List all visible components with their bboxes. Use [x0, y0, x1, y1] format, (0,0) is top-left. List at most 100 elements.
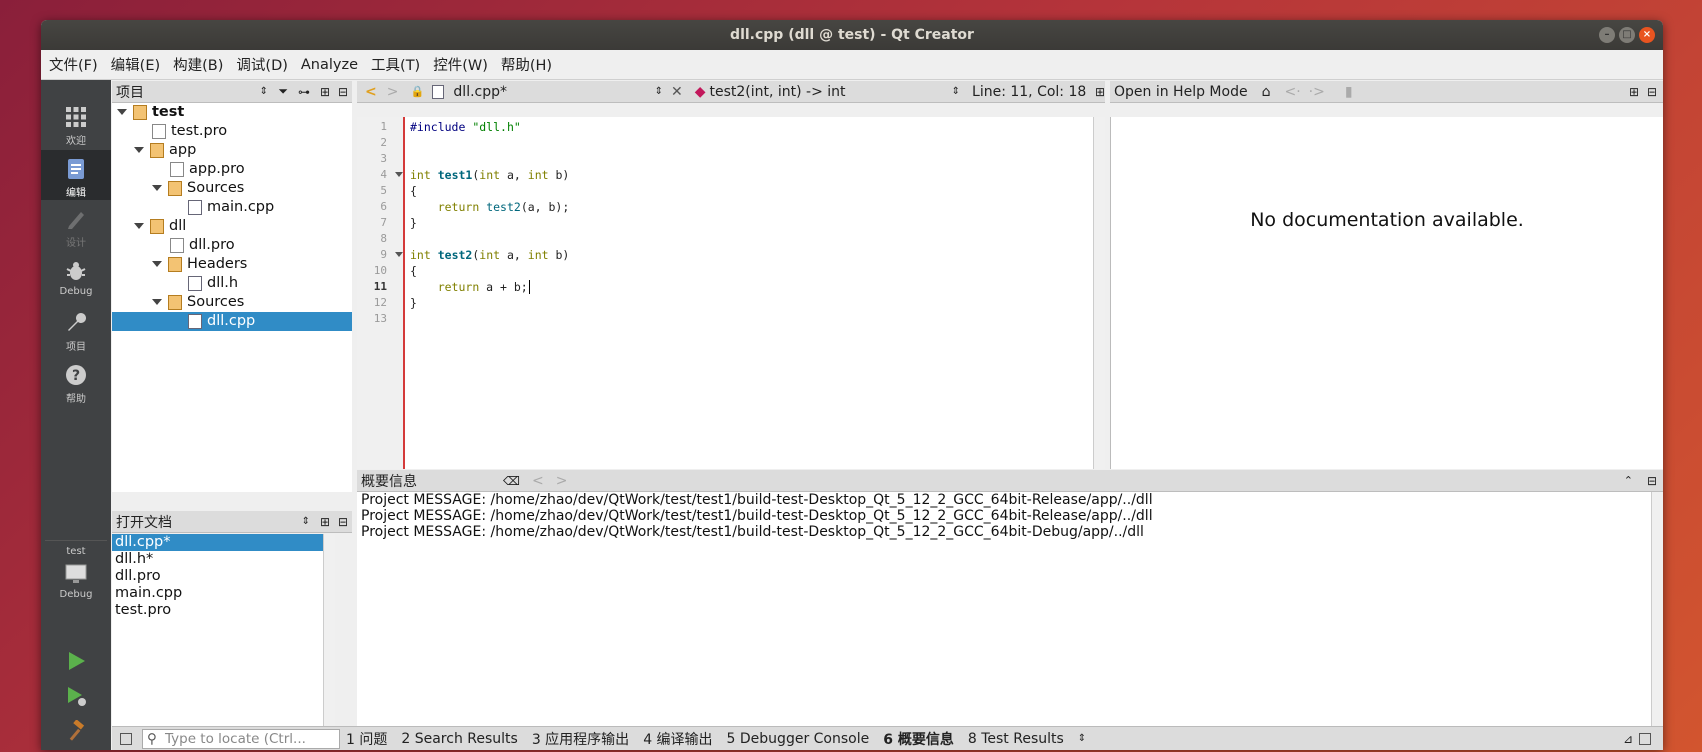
- tab-issues[interactable]: 1 问题: [346, 729, 387, 749]
- open-docs-scrollbar[interactable]: [323, 534, 335, 726]
- split-icon[interactable]: ⊞: [320, 85, 330, 99]
- menu-build[interactable]: 构建(B): [173, 54, 223, 75]
- tree-item-app-pro[interactable]: app.pro: [112, 160, 352, 179]
- output-line: Project MESSAGE: /home/zhao/dev/QtWork/t…: [361, 492, 1153, 508]
- lock-icon[interactable]: 🔒: [410, 85, 424, 98]
- back-icon[interactable]: <·: [1284, 84, 1300, 100]
- split-icon[interactable]: ⊞: [1629, 85, 1639, 99]
- panel-select-arrows-icon[interactable]: ⇕: [260, 86, 268, 97]
- mode-help[interactable]: ? 帮助: [41, 364, 111, 408]
- output-pane-header: 概要信息 ⌫ < > ⌃ ⊟: [357, 470, 1663, 492]
- open-doc-item[interactable]: test.pro: [112, 602, 323, 619]
- tree-item-dll[interactable]: dll: [112, 217, 352, 236]
- open-docs-header: 打开文档 ⇕ ⊞ ⊟: [112, 511, 352, 533]
- tree-item-dll-pro[interactable]: dll.pro: [112, 236, 352, 255]
- bookmark-icon[interactable]: ▮: [1345, 84, 1353, 100]
- code-line: }: [410, 296, 417, 310]
- kit-selector[interactable]: test Debug: [41, 546, 111, 616]
- fold-marker-icon[interactable]: [395, 252, 403, 257]
- tree-item-app-sources[interactable]: Sources: [112, 179, 352, 198]
- maximize-pane-icon[interactable]: ⌃: [1624, 474, 1633, 487]
- minimize-button[interactable]: –: [1599, 27, 1615, 43]
- menu-analyze[interactable]: Analyze: [301, 57, 358, 73]
- split-icon[interactable]: ⊞: [320, 515, 330, 529]
- mode-debug[interactable]: Debug: [41, 260, 111, 304]
- tree-item-main-cpp[interactable]: main.cpp: [112, 198, 352, 217]
- build-button[interactable]: [41, 720, 111, 750]
- project-folder-icon: [150, 142, 164, 158]
- menu-widgets[interactable]: 控件(W): [433, 54, 488, 75]
- document-select-arrows-icon[interactable]: ⇕: [655, 86, 663, 97]
- debug-run-button[interactable]: [41, 685, 111, 715]
- close-pane-icon[interactable]: ⊟: [1647, 474, 1657, 488]
- close-button[interactable]: ×: [1639, 27, 1655, 43]
- tree-item-test[interactable]: test: [112, 103, 352, 122]
- close-panel-icon[interactable]: ⊟: [338, 515, 348, 529]
- fold-marker-icon[interactable]: [395, 172, 403, 177]
- help-mode-label[interactable]: Open in Help Mode: [1114, 84, 1248, 100]
- menu-edit[interactable]: 编辑(E): [111, 54, 160, 75]
- search-icon: ⚲: [147, 730, 157, 747]
- menu-tools[interactable]: 工具(T): [371, 54, 420, 75]
- close-panel-icon[interactable]: ⊟: [338, 85, 348, 99]
- mode-projects[interactable]: 项目: [41, 312, 111, 356]
- tab-search-results[interactable]: 2 Search Results: [401, 731, 517, 747]
- close-panel-icon[interactable]: ⊟: [1647, 85, 1657, 99]
- locator-input[interactable]: ⚲ Type to locate (Ctrl...: [142, 728, 340, 749]
- tab-debugger-console[interactable]: 5 Debugger Console: [727, 731, 870, 747]
- mode-welcome[interactable]: 欢迎: [41, 106, 111, 150]
- mode-design[interactable]: 设计: [41, 208, 111, 252]
- editor-scrollbar[interactable]: [1093, 117, 1105, 469]
- bug-icon: [66, 262, 86, 280]
- tree-item-test-pro[interactable]: test.pro: [112, 122, 352, 141]
- tab-general-messages[interactable]: 6 概要信息: [883, 729, 954, 749]
- toggle-sidebar-icon[interactable]: [120, 732, 132, 745]
- maximize-button[interactable]: □: [1619, 27, 1635, 43]
- next-icon[interactable]: >: [556, 473, 568, 489]
- cursor-position[interactable]: Line: 11, Col: 18: [972, 84, 1095, 100]
- panel-select-arrows-icon[interactable]: ⇕: [302, 516, 310, 527]
- sources-folder-icon: [168, 180, 182, 196]
- cpp-file-icon: [188, 313, 202, 329]
- tree-item-dll-cpp[interactable]: dll.cpp: [112, 312, 352, 331]
- open-doc-item[interactable]: dll.cpp*: [112, 534, 323, 551]
- home-icon[interactable]: ⌂: [1262, 84, 1271, 100]
- open-doc-item[interactable]: dll.h*: [112, 551, 323, 568]
- code-line: {: [410, 264, 417, 278]
- run-button[interactable]: [41, 650, 111, 680]
- status-bar: ⚲ Type to locate (Ctrl... 1 问题 2 Search …: [112, 726, 1663, 750]
- close-document-icon[interactable]: ✕: [671, 84, 683, 100]
- menu-debug[interactable]: 调试(D): [236, 54, 287, 75]
- tree-item-app[interactable]: app: [112, 141, 352, 160]
- link-icon[interactable]: ⊶: [298, 85, 310, 99]
- tab-test-results[interactable]: 8 Test Results: [968, 731, 1064, 747]
- symbol-selector[interactable]: test2(int, int) -> int: [709, 84, 951, 100]
- output-scrollbar[interactable]: [1651, 492, 1663, 726]
- project-tree: test test.pro app app.pro Sources main.c…: [112, 103, 352, 492]
- menu-help[interactable]: 帮助(H): [501, 54, 552, 75]
- tab-application-output[interactable]: 3 应用程序输出: [532, 729, 629, 749]
- split-icon[interactable]: ⊞: [1095, 85, 1105, 99]
- code-editor[interactable]: 1 2 3 4 5 6 7 8 9 10 11 12 13 #include "dll.h" int t…: [357, 117, 1105, 469]
- mode-design-label: 设计: [66, 238, 86, 249]
- symbol-select-arrows-icon[interactable]: ⇕: [952, 86, 960, 97]
- toggle-right-sidebar-icon[interactable]: [1639, 732, 1651, 745]
- clear-icon[interactable]: ⌫: [503, 474, 520, 488]
- menu-file[interactable]: 文件(F): [49, 54, 98, 75]
- prev-icon[interactable]: <: [532, 473, 544, 489]
- tab-compile-output[interactable]: 4 编译输出: [643, 729, 712, 749]
- open-doc-item[interactable]: dll.pro: [112, 568, 323, 585]
- tree-item-dll-sources[interactable]: Sources: [112, 293, 352, 312]
- tree-item-dll-h[interactable]: dll.h: [112, 274, 352, 293]
- back-arrow-icon[interactable]: <: [365, 84, 377, 100]
- forward-icon[interactable]: ·>: [1309, 84, 1325, 100]
- editor-file-name[interactable]: dll.cpp*: [453, 84, 654, 100]
- filter-icon[interactable]: ⏷: [278, 84, 288, 99]
- mode-edit[interactable]: 编辑: [41, 150, 111, 200]
- sources-folder-icon: [168, 294, 182, 310]
- tree-item-headers[interactable]: Headers: [112, 255, 352, 274]
- progress-icon[interactable]: ⊿: [1623, 732, 1633, 746]
- forward-arrow-icon[interactable]: >: [387, 84, 399, 100]
- more-tabs-icon[interactable]: ⇕: [1078, 733, 1086, 744]
- open-doc-item[interactable]: main.cpp: [112, 585, 323, 602]
